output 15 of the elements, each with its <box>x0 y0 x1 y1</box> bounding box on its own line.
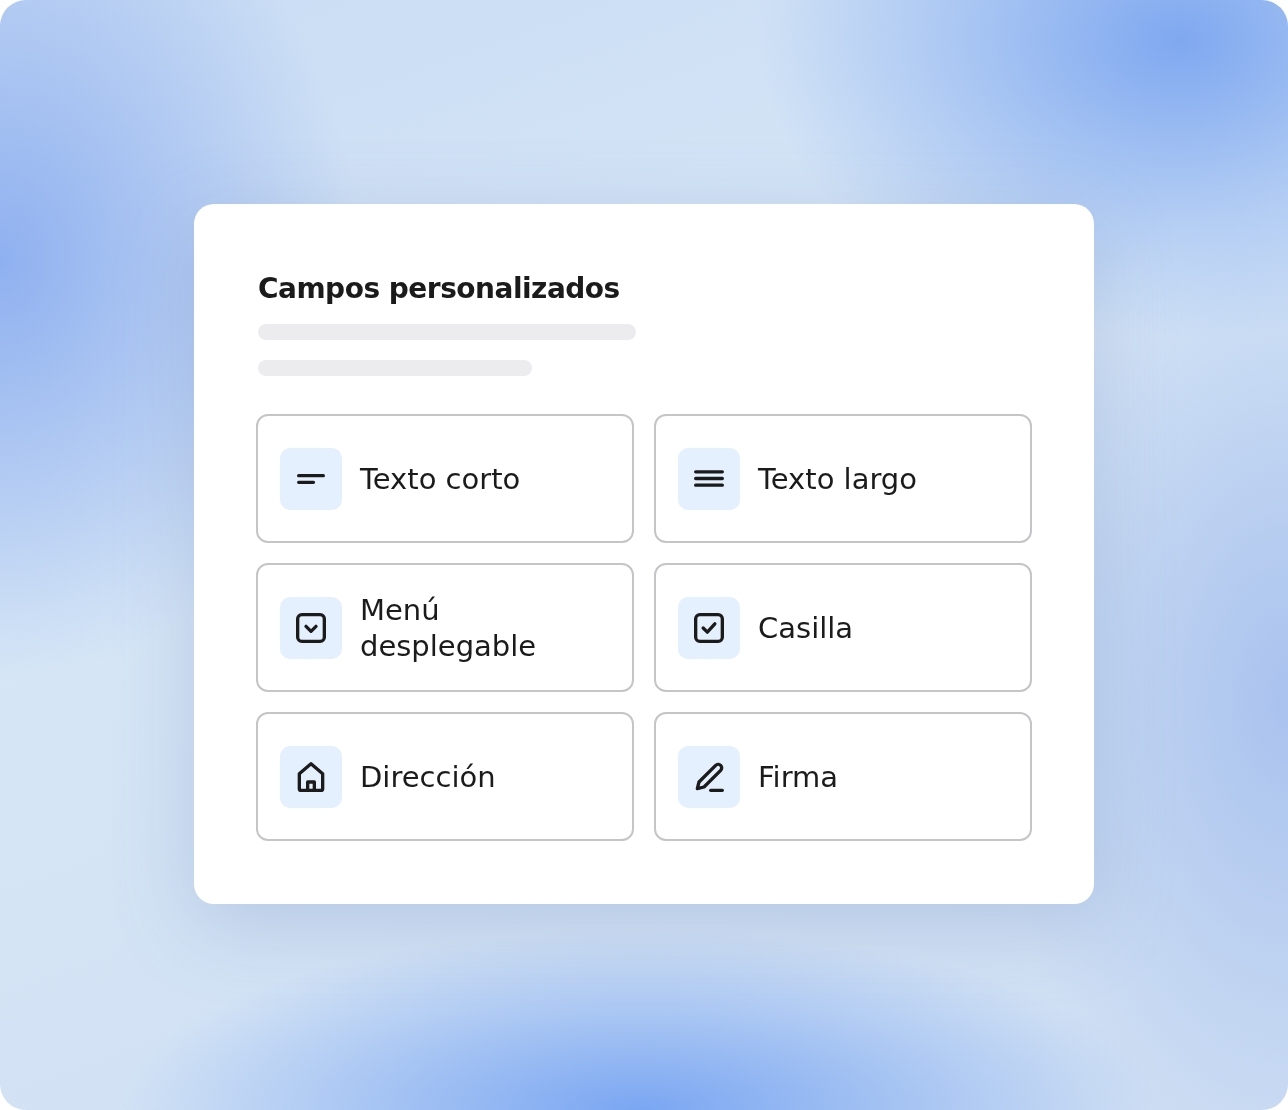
option-label: Menú desplegable <box>360 591 538 664</box>
option-label: Casilla <box>758 609 854 646</box>
card-title: Campos personalizados <box>258 272 621 306</box>
field-type-option[interactable]: Menú desplegable <box>256 563 634 692</box>
option-label: Texto largo <box>758 460 917 497</box>
field-type-option[interactable]: Firma <box>654 712 1032 841</box>
field-type-option[interactable]: Dirección <box>256 712 634 841</box>
field-type-option[interactable]: Casilla <box>654 563 1032 692</box>
option-label: Firma <box>758 758 839 795</box>
option-label: Dirección <box>360 758 496 795</box>
field-type-option[interactable]: Texto largo <box>654 414 1032 543</box>
short-lines-icon <box>297 473 325 484</box>
option-label: Texto corto <box>360 460 521 497</box>
menu-lines-icon <box>694 470 724 487</box>
field-type-option[interactable]: Texto corto <box>256 414 634 543</box>
